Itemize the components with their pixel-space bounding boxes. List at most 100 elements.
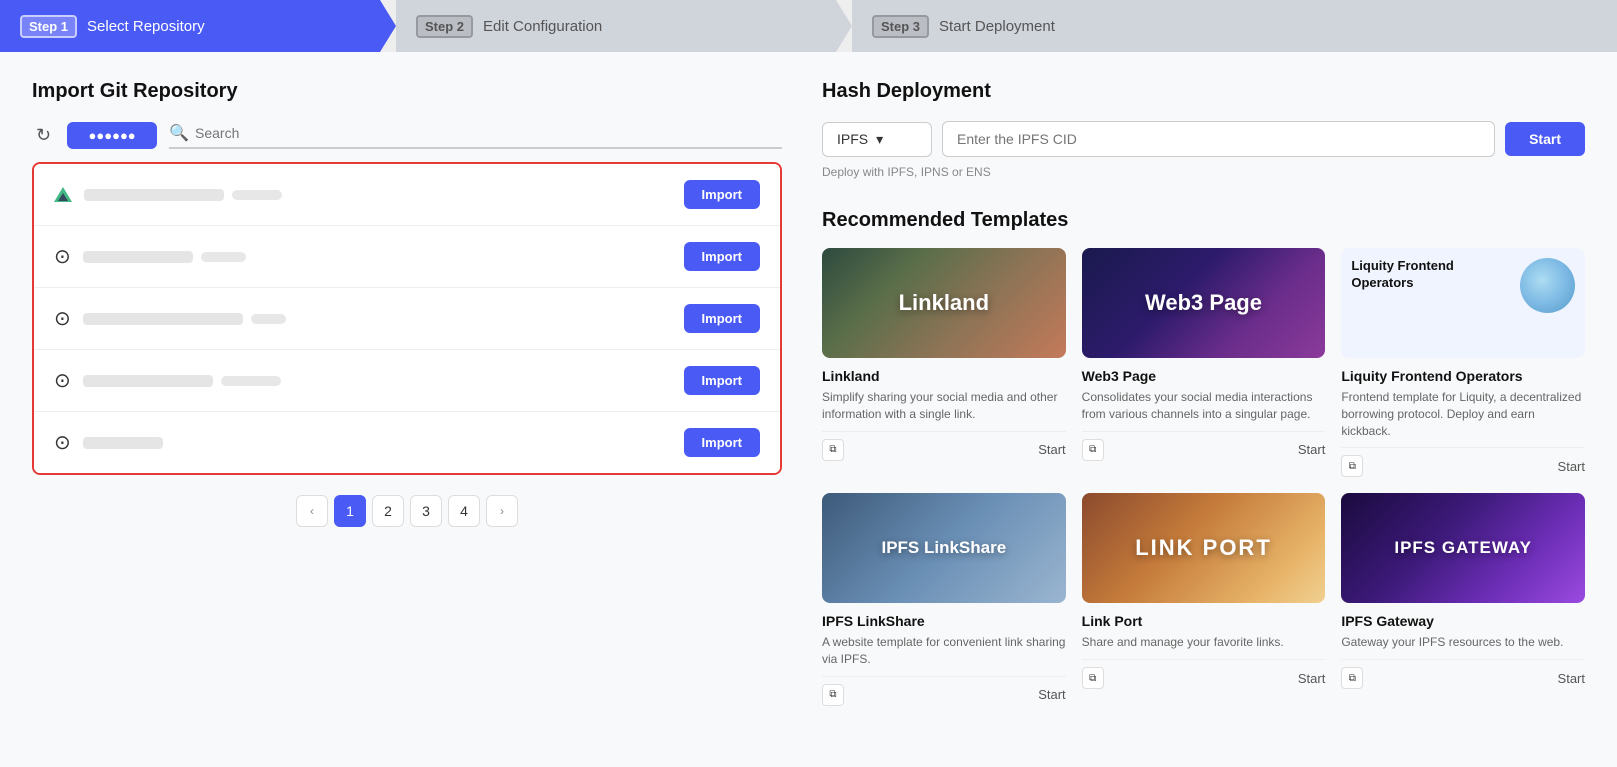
template-thumb-linkland: Linkland [822, 248, 1066, 358]
account-selector-button[interactable]: ●●●●●● [67, 122, 157, 149]
template-small-icon: ⧉ [1341, 455, 1363, 477]
hash-row: IPFS ▾ Start [822, 121, 1585, 157]
template-card-liquity[interactable]: Liquity FrontendOperators Liquity Fronte… [1341, 248, 1585, 477]
template-card-ipfs-gateway[interactable]: IPFS GATEWAY IPFS Gateway Gateway your I… [1341, 493, 1585, 706]
template-footer: ⧉ Start [822, 676, 1066, 706]
template-small-icon: ⧉ [1082, 667, 1104, 689]
step-2[interactable]: Step 2 Edit Configuration [396, 0, 836, 52]
repo-name-blur [84, 189, 224, 201]
github-icon: ⊙ [54, 306, 71, 331]
pagination-page-3[interactable]: 3 [410, 495, 442, 527]
templates-section: Recommended Templates Linkland Linkland … [822, 209, 1585, 706]
github-icon: ⊙ [54, 430, 71, 455]
template-start-link[interactable]: Start [1038, 687, 1065, 702]
step-2-num: Step 2 [416, 15, 473, 38]
vue-icon [54, 182, 72, 208]
repo-info [84, 189, 672, 201]
search-input[interactable] [195, 125, 782, 141]
repo-tag-blur [232, 190, 282, 200]
import-button[interactable]: Import [684, 428, 760, 457]
template-desc: Simplify sharing your social media and o… [822, 389, 1066, 423]
refresh-button[interactable]: ↻ [32, 121, 55, 150]
template-small-icon: ⧉ [1082, 439, 1104, 461]
repo-info [83, 375, 672, 387]
template-thumb-ipfs-gateway: IPFS GATEWAY [1341, 493, 1585, 603]
template-start-link[interactable]: Start [1298, 442, 1325, 457]
step-1-label: Select Repository [87, 18, 205, 35]
liquity-blob [1520, 258, 1575, 313]
template-thumb-linkport: LINK PORT [1082, 493, 1326, 603]
template-start-link[interactable]: Start [1558, 671, 1585, 686]
main-layout: Import Git Repository ↻ ●●●●●● 🔍 Impo [0, 52, 1617, 734]
search-box: 🔍 [169, 123, 782, 149]
repo-list: Import ⊙ Import ⊙ Import [32, 162, 782, 475]
table-row: ⊙ Import [34, 226, 780, 288]
import-button[interactable]: Import [684, 242, 760, 271]
template-small-icon: ⧉ [822, 439, 844, 461]
template-desc: Gateway your IPFS resources to the web. [1341, 634, 1585, 651]
pagination-page-4[interactable]: 4 [448, 495, 480, 527]
import-git-title: Import Git Repository [32, 80, 782, 103]
hash-deployment-section: Hash Deployment IPFS ▾ Start Deploy with… [822, 80, 1585, 179]
template-desc: Consolidates your social media interacti… [1082, 389, 1326, 423]
template-name: Web3 Page [1082, 368, 1326, 384]
step-1-num: Step 1 [20, 15, 77, 38]
templates-grid: Linkland Linkland Simplify sharing your … [822, 248, 1585, 706]
search-icon: 🔍 [169, 123, 189, 143]
ipfs-label: IPFS [837, 131, 868, 147]
repo-name-blur [83, 313, 243, 325]
right-panel: Hash Deployment IPFS ▾ Start Deploy with… [822, 80, 1585, 706]
template-thumb-text: IPFS GATEWAY [1394, 538, 1532, 558]
pagination-next[interactable]: › [486, 495, 518, 527]
pagination: ‹ 1 2 3 4 › [32, 495, 782, 527]
import-button[interactable]: Import [684, 304, 760, 333]
step-1[interactable]: Step 1 Select Repository [0, 0, 380, 52]
template-footer: ⧉ Start [1082, 659, 1326, 689]
template-thumb-liquity: Liquity FrontendOperators [1341, 248, 1585, 358]
template-card-ipfs-linkshare[interactable]: IPFS LinkShare IPFS LinkShare A website … [822, 493, 1066, 706]
template-desc: A website template for convenient link s… [822, 634, 1066, 668]
template-start-link[interactable]: Start [1558, 459, 1585, 474]
left-panel: Import Git Repository ↻ ●●●●●● 🔍 Impo [32, 80, 822, 706]
template-thumb-text: LINK PORT [1135, 535, 1272, 561]
template-start-link[interactable]: Start [1038, 442, 1065, 457]
step-3-label: Start Deployment [939, 18, 1055, 35]
template-name: Linkland [822, 368, 1066, 384]
template-thumb-text: Linkland [899, 290, 989, 316]
table-row: ⊙ Import [34, 350, 780, 412]
pagination-page-2[interactable]: 2 [372, 495, 404, 527]
pagination-prev[interactable]: ‹ [296, 495, 328, 527]
import-button[interactable]: Import [684, 366, 760, 395]
step-3-num: Step 3 [872, 15, 929, 38]
repo-tag-blur [251, 314, 286, 324]
template-thumb-text: IPFS LinkShare [881, 538, 1006, 558]
template-thumb-ipfs-linkshare: IPFS LinkShare [822, 493, 1066, 603]
template-footer: ⧉ Start [1341, 659, 1585, 689]
template-small-icon: ⧉ [1341, 667, 1363, 689]
ipfs-select[interactable]: IPFS ▾ [822, 122, 932, 157]
template-card-linkland[interactable]: Linkland Linkland Simplify sharing your … [822, 248, 1066, 477]
template-name: IPFS Gateway [1341, 613, 1585, 629]
import-button[interactable]: Import [684, 180, 760, 209]
hash-deployment-title: Hash Deployment [822, 80, 1585, 103]
template-card-linkport[interactable]: LINK PORT Link Port Share and manage you… [1082, 493, 1326, 706]
repo-tag-blur [201, 252, 246, 262]
template-name: IPFS LinkShare [822, 613, 1066, 629]
template-start-link[interactable]: Start [1298, 671, 1325, 686]
repo-name-blur [83, 375, 213, 387]
table-row: Import [34, 164, 780, 226]
repo-info [83, 251, 672, 263]
template-thumb-web3page: Web3 Page [1082, 248, 1326, 358]
template-desc: Share and manage your favorite links. [1082, 634, 1326, 651]
pagination-page-1[interactable]: 1 [334, 495, 366, 527]
chevron-down-icon: ▾ [876, 131, 883, 148]
hash-hint: Deploy with IPFS, IPNS or ENS [822, 165, 1585, 179]
repo-info [83, 313, 672, 325]
templates-title: Recommended Templates [822, 209, 1585, 232]
template-footer: ⧉ Start [822, 431, 1066, 461]
ipfs-cid-input[interactable] [942, 121, 1495, 157]
step-3[interactable]: Step 3 Start Deployment [852, 0, 1617, 52]
table-row: ⊙ Import [34, 412, 780, 473]
hash-start-button[interactable]: Start [1505, 122, 1585, 156]
template-card-web3page[interactable]: Web3 Page Web3 Page Consolidates your so… [1082, 248, 1326, 477]
